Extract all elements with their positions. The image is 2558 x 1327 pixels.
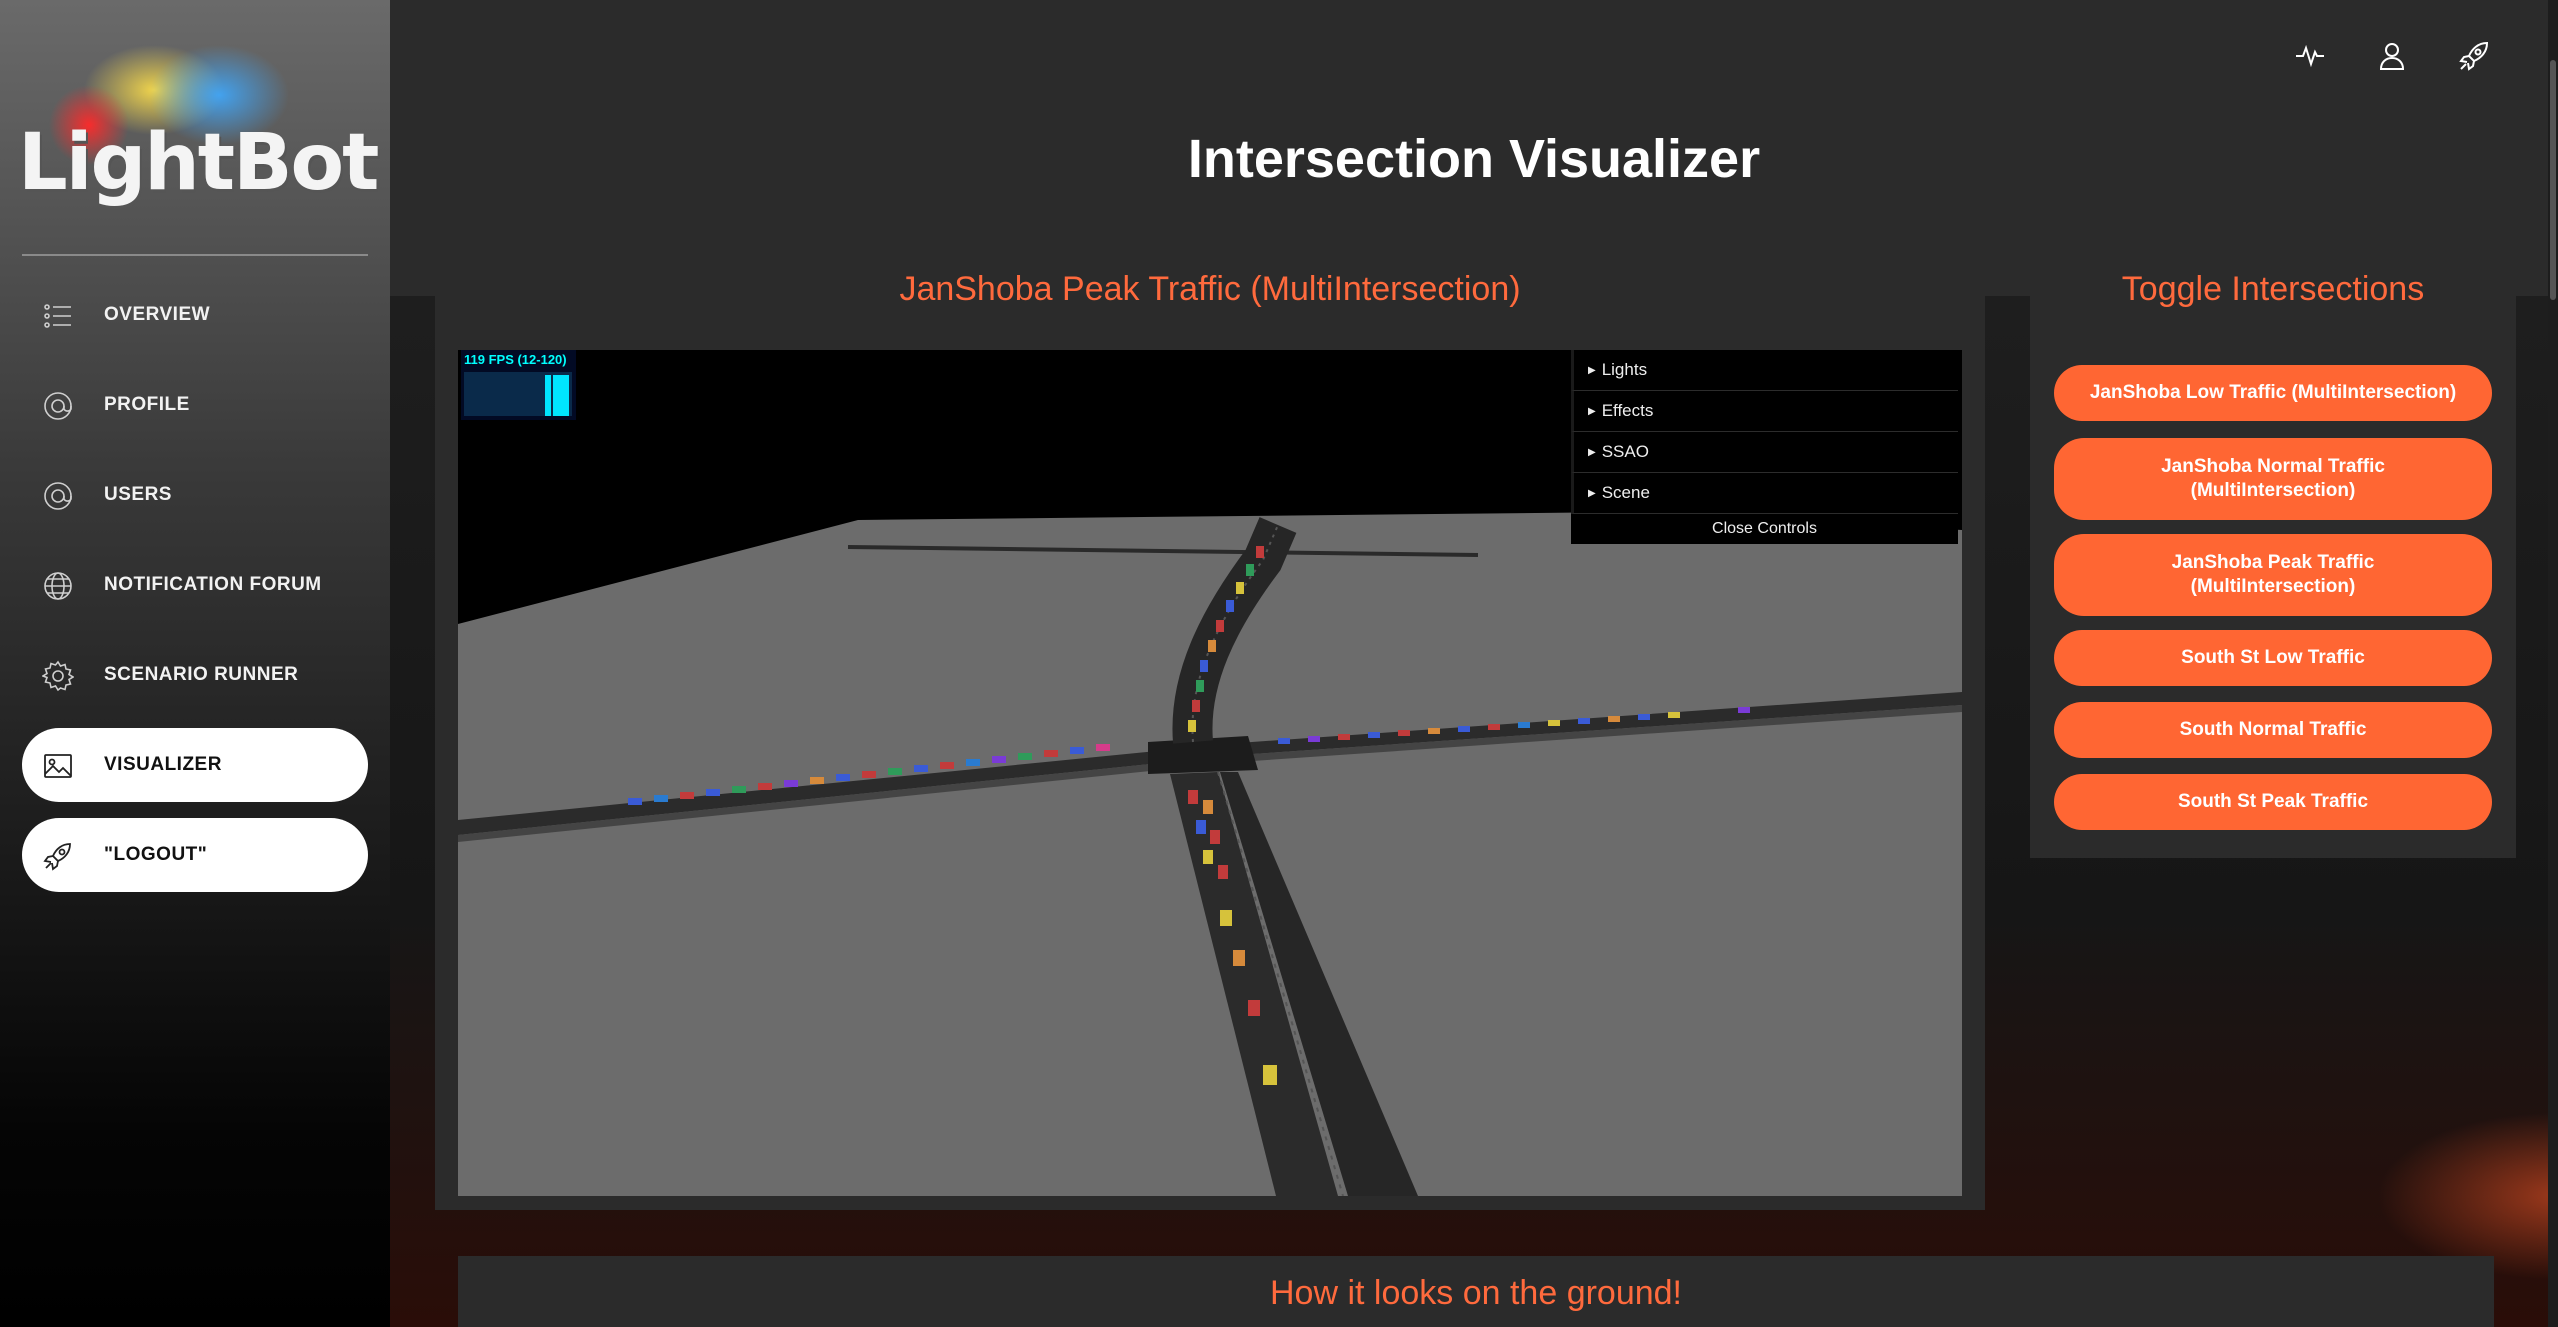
ground-view-title: How it looks on the ground! xyxy=(1269,1274,1683,1312)
controls-panel: ▶ Lights ▶ Effects ▶ SSAO ▶ Scene Close Cont… xyxy=(1571,350,1958,544)
visualizer-title: JanShoba Peak Traffic (MultiIntersection… xyxy=(899,270,1521,308)
controls-folder-label: Lights xyxy=(1601,360,1648,379)
south-st-low-traffic-button[interactable]: South St Low Traffic xyxy=(2054,630,2492,686)
sidebar-item-users[interactable]: USERS xyxy=(22,458,368,532)
sidebar-divider xyxy=(22,254,368,256)
gear-icon xyxy=(42,660,74,692)
caret-right-icon: ▶ xyxy=(1588,364,1596,376)
sidebar-item-scenario-runner[interactable]: SCENARIO RUNNER xyxy=(22,638,368,712)
sidebar-nav: OVERVIEW PROFILE USERS NOTIFICATION FORU… xyxy=(22,278,368,908)
close-controls-button[interactable]: Close Controls xyxy=(1571,514,1958,544)
fps-readout: 119 FPS (12-120) xyxy=(464,352,567,367)
sidebar-item-label: NOTIFICATION FORUM xyxy=(104,574,322,595)
controls-folder-effects[interactable]: ▶ Effects xyxy=(1571,391,1958,432)
controls-folder-label: Scene xyxy=(1601,483,1650,502)
janshoba-low-traffic-button[interactable]: JanShoba Low Traffic (MultiIntersection) xyxy=(2054,365,2492,421)
image-icon xyxy=(44,754,72,778)
list-icon xyxy=(44,304,71,328)
user-icon[interactable] xyxy=(2374,38,2410,74)
sidebar-item-logout[interactable]: "LOGOUT" xyxy=(22,818,368,892)
sidebar-item-profile[interactable]: PROFILE xyxy=(22,368,368,442)
fps-stats-panel[interactable]: 119 FPS (12-120) xyxy=(461,350,576,420)
sidebar-item-label: SCENARIO RUNNER xyxy=(104,664,299,685)
lightbot-logo[interactable]: LightBot xyxy=(14,40,384,210)
controls-folder-label: Effects xyxy=(1601,401,1654,420)
controls-folder-ssao[interactable]: ▶ SSAO xyxy=(1571,432,1958,473)
logo-text: LightBot xyxy=(18,118,379,208)
controls-folder-scene[interactable]: ▶ Scene xyxy=(1571,473,1958,514)
sidebar-item-label: USERS xyxy=(104,484,172,505)
at-sign-icon xyxy=(44,482,72,510)
globe-icon xyxy=(44,572,72,600)
toggle-intersections-panel: Toggle Intersections JanShoba Low Traffi… xyxy=(2030,250,2516,858)
janshoba-peak-traffic-button[interactable]: JanShoba Peak Traffic (MultiIntersection… xyxy=(2054,534,2492,616)
activity-icon[interactable] xyxy=(2292,38,2328,74)
caret-right-icon: ▶ xyxy=(1588,487,1596,499)
sidebar-item-label: OVERVIEW xyxy=(104,304,211,325)
caret-right-icon: ▶ xyxy=(1588,405,1596,417)
caret-right-icon: ▶ xyxy=(1588,446,1596,458)
at-sign-icon xyxy=(44,392,72,420)
fps-graph-bar xyxy=(553,375,569,416)
ground-view-panel: How it looks on the ground! xyxy=(458,1256,2494,1327)
controls-folder-lights[interactable]: ▶ Lights xyxy=(1571,350,1958,391)
sidebar: LightBot OVERVIEW PROFILE USERS NOTIFICA… xyxy=(0,0,390,1327)
sidebar-item-label: VISUALIZER xyxy=(104,754,222,775)
page-title: Intersection Visualizer xyxy=(1187,129,1761,189)
controls-folder-label: SSAO xyxy=(1601,442,1649,461)
3d-scene-canvas[interactable]: 119 FPS (12-120) ▶ Lights ▶ Effects ▶ SSAO … xyxy=(458,350,1962,1196)
janshoba-normal-traffic-button[interactable]: JanShoba Normal Traffic (MultiIntersecti… xyxy=(2054,438,2492,520)
intersection-pad xyxy=(1148,736,1258,774)
sidebar-item-label: PROFILE xyxy=(104,394,190,415)
visualizer-panel: JanShoba Peak Traffic (MultiIntersection… xyxy=(435,250,1985,1210)
sidebar-item-visualizer[interactable]: VISUALIZER xyxy=(22,728,368,802)
fps-graph-bar xyxy=(545,375,551,416)
south-normal-traffic-button[interactable]: South Normal Traffic xyxy=(2054,702,2492,758)
rocket-icon[interactable] xyxy=(2456,38,2492,74)
south-st-peak-traffic-button[interactable]: South St Peak Traffic xyxy=(2054,774,2492,830)
sidebar-item-label: "LOGOUT" xyxy=(104,844,208,865)
rocket-icon xyxy=(43,843,71,871)
sidebar-item-overview[interactable]: OVERVIEW xyxy=(22,278,368,352)
page-scrollbar[interactable] xyxy=(2548,0,2558,1327)
toggle-title: Toggle Intersections xyxy=(2121,270,2425,308)
sidebar-item-notification-forum[interactable]: NOTIFICATION FORUM xyxy=(22,548,368,622)
